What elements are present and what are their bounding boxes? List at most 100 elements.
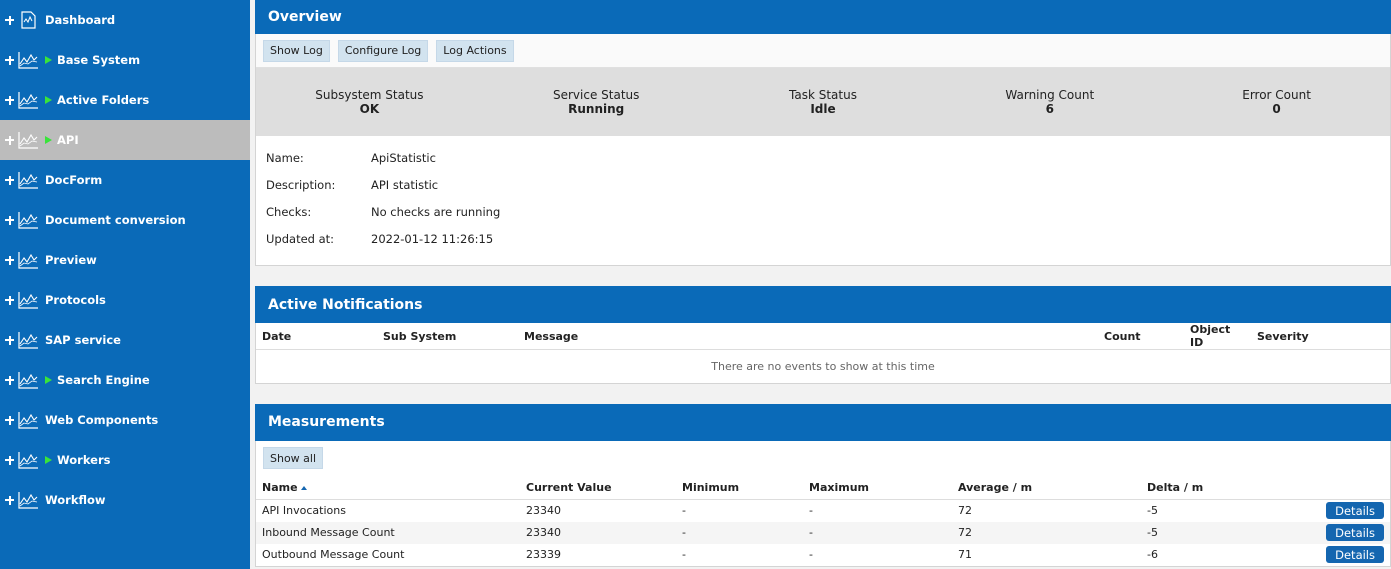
measurements-title: Measurements (268, 414, 385, 430)
sidebar-item-base-system[interactable]: Base System (0, 40, 250, 80)
cell-minimum: - (682, 504, 686, 518)
sidebar-item-label: API (57, 133, 79, 147)
expand-arrow-icon[interactable] (45, 96, 52, 104)
column-header-maximum[interactable]: Maximum (803, 475, 952, 500)
service-status: Service Status Running (483, 88, 710, 116)
task-status: Task Status Idle (710, 88, 937, 116)
column-header-minimum[interactable]: Minimum (676, 475, 803, 500)
configure-log-button[interactable]: Configure Log (337, 39, 429, 62)
cell-name: Outbound Message Count (262, 548, 405, 561)
log-actions-button[interactable]: Log Actions (436, 39, 514, 62)
empty-message: There are no events to show at this time (711, 359, 935, 373)
sidebar-item-label: Search Engine (57, 373, 150, 387)
error-count: Error Count 0 (1163, 88, 1390, 116)
plus-icon[interactable] (5, 335, 14, 345)
sidebar: Dashboard Base System Active Folders API Doc… (0, 0, 250, 569)
info-value: No checks are running (371, 204, 501, 219)
sidebar-item-workers[interactable]: Workers (0, 440, 250, 480)
cell-maximum: - (803, 521, 952, 544)
sort-ascending-icon (300, 485, 307, 490)
column-header-name-label: Name (262, 480, 298, 494)
details-button[interactable]: Details (1326, 502, 1384, 520)
status-label: Warning Count (1005, 88, 1095, 102)
column-header-name[interactable]: Name (256, 475, 520, 500)
plus-icon[interactable] (5, 255, 14, 265)
plus-icon[interactable] (5, 455, 14, 465)
notifications-panel: Date Sub System Message Count Object ID … (255, 323, 1391, 384)
sidebar-item-label: Web Components (45, 413, 159, 427)
column-header-delta[interactable]: Delta / m (1141, 475, 1320, 500)
plus-icon[interactable] (5, 415, 14, 425)
cell-delta: -5 (1147, 504, 1158, 518)
expand-arrow-icon[interactable] (45, 136, 52, 144)
warning-count: Warning Count 6 (936, 88, 1163, 116)
show-log-button[interactable]: Show Log (263, 39, 330, 62)
overview-panel: Show Log Configure Log Log Actions Subsy… (255, 34, 1391, 266)
sidebar-item-label: Workflow (45, 493, 106, 507)
cell-average: 71 (958, 548, 972, 561)
status-value: 6 (1045, 102, 1054, 116)
sidebar-item-web-components[interactable]: Web Components (0, 400, 250, 440)
sidebar-item-search-engine[interactable]: Search Engine (0, 360, 250, 400)
details-button[interactable]: Details (1326, 546, 1384, 563)
table-row: API Invocations 23340 - - 72 -5 Details (256, 500, 1390, 522)
measurements-header: Measurements (255, 403, 1391, 441)
cell-average: 72 (952, 521, 1141, 544)
measurements-panel: Show all Name Current Value Minimum Maxi… (255, 440, 1391, 567)
status-bar: Subsystem Status OK Service Status Runni… (256, 68, 1390, 136)
info-value: API statistic (371, 177, 439, 192)
expand-arrow-icon[interactable] (45, 456, 52, 464)
column-header-severity[interactable]: Severity (1251, 323, 1390, 350)
plus-icon[interactable] (5, 95, 14, 105)
column-header-count[interactable]: Count (1098, 323, 1184, 350)
info-key: Updated at: (266, 231, 335, 246)
overview-title: Overview (268, 9, 342, 25)
sidebar-item-label: Workers (57, 453, 111, 467)
plus-icon[interactable] (5, 375, 14, 385)
expand-arrow-icon[interactable] (45, 56, 52, 64)
line-chart-icon (17, 131, 45, 149)
line-chart-icon (17, 371, 45, 389)
plus-icon[interactable] (5, 175, 14, 185)
column-header-average[interactable]: Average / m (952, 475, 1141, 500)
line-chart-icon (17, 451, 45, 469)
info-key: Checks: (266, 204, 312, 219)
plus-icon[interactable] (5, 135, 14, 145)
column-header-subsystem[interactable]: Sub System (377, 323, 518, 350)
sidebar-item-sap-service[interactable]: SAP service (0, 320, 250, 360)
info-row-name: Name: ApiStatistic (266, 144, 1380, 171)
sidebar-item-active-folders[interactable]: Active Folders (0, 80, 250, 120)
sidebar-item-dashboard[interactable]: Dashboard (0, 0, 250, 40)
line-chart-icon (17, 411, 45, 429)
expand-arrow-icon[interactable] (45, 376, 52, 384)
column-header-message[interactable]: Message (518, 323, 1098, 350)
details-button[interactable]: Details (1326, 524, 1384, 541)
status-label: Error Count (1242, 88, 1311, 102)
plus-icon[interactable] (5, 495, 14, 505)
column-header-date[interactable]: Date (256, 323, 377, 350)
info-row-description: Description: API statistic (266, 171, 1380, 198)
sidebar-item-preview[interactable]: Preview (0, 240, 250, 280)
cell-current: 23340 (526, 504, 561, 518)
sidebar-item-document-conversion[interactable]: Document conversion (0, 200, 250, 240)
show-all-button[interactable]: Show all (263, 447, 324, 469)
sidebar-item-docform[interactable]: DocForm (0, 160, 250, 200)
sidebar-item-protocols[interactable]: Protocols (0, 280, 250, 320)
line-chart-icon (17, 251, 45, 269)
notifications-title: Active Notifications (268, 296, 423, 313)
plus-icon[interactable] (5, 295, 14, 305)
column-header-current-value[interactable]: Current Value (520, 475, 676, 500)
notifications-header: Active Notifications (255, 286, 1391, 323)
plus-icon[interactable] (5, 55, 14, 65)
sidebar-item-label: Dashboard (45, 13, 116, 27)
main-content: Overview Show Log Configure Log Log Acti… (255, 0, 1391, 567)
sidebar-item-label: Preview (45, 253, 97, 267)
subsystem-status: Subsystem Status OK (256, 88, 483, 116)
plus-icon[interactable] (5, 215, 14, 225)
sidebar-item-api[interactable]: API (0, 120, 250, 160)
plus-icon[interactable] (5, 15, 14, 25)
column-header-object-id[interactable]: Object ID (1184, 323, 1251, 350)
sidebar-item-workflow[interactable]: Workflow (0, 480, 250, 520)
status-value: 0 (1272, 102, 1281, 116)
line-chart-icon (17, 491, 45, 509)
